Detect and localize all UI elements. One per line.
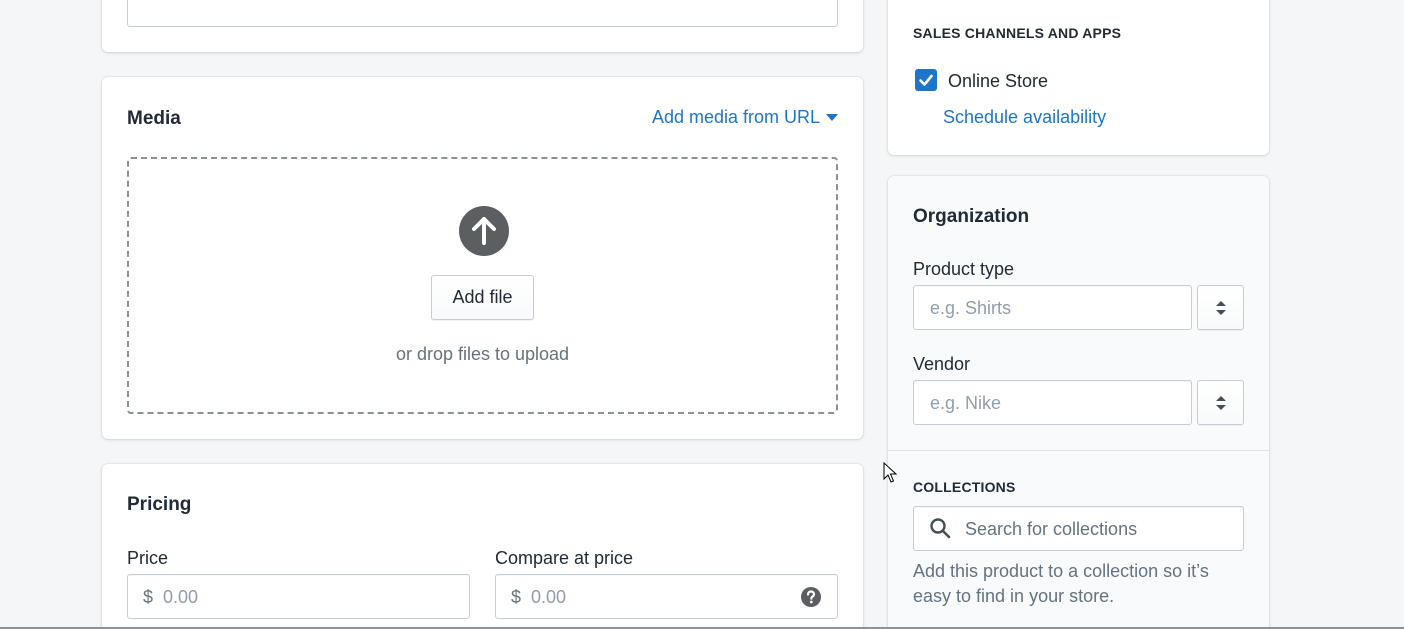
price-label: Price bbox=[127, 548, 169, 568]
media-card: Media Add media from URL Add file or dro… bbox=[102, 77, 863, 439]
price-placeholder: 0.00 bbox=[163, 587, 199, 607]
online-store-label: Online Store bbox=[948, 71, 1049, 91]
caret-down-icon bbox=[826, 113, 839, 121]
compare-price-placeholder: 0.00 bbox=[531, 587, 567, 607]
add-media-from-url-link[interactable]: Add media from URL bbox=[652, 107, 839, 128]
help-circle-icon[interactable] bbox=[801, 587, 821, 607]
pricing-card: Pricing Price $ 0.00 Compare at price $ … bbox=[102, 464, 863, 629]
organization-title: Organization bbox=[913, 206, 1030, 227]
product-type-stepper[interactable] bbox=[1197, 285, 1244, 330]
pricing-title: Pricing bbox=[127, 494, 192, 515]
stepper-icon bbox=[1215, 395, 1226, 410]
vendor-input[interactable]: e.g. Nike bbox=[913, 380, 1192, 425]
collections-heading: COLLECTIONS bbox=[913, 479, 1016, 495]
sales-channels-heading: SALES CHANNELS AND APPS bbox=[913, 25, 1122, 41]
sales-channels-card: SALES CHANNELS AND APPS Online Store Sch… bbox=[888, 0, 1269, 155]
collections-search-placeholder: Search for collections bbox=[965, 519, 1138, 539]
add-media-from-url-label: Add media from URL bbox=[652, 107, 821, 127]
description-card bbox=[102, 0, 863, 52]
online-store-checkbox[interactable] bbox=[915, 69, 937, 91]
add-file-button[interactable]: Add file bbox=[431, 275, 534, 320]
collections-search-input[interactable]: Search for collections bbox=[913, 506, 1244, 551]
product-type-label: Product type bbox=[913, 259, 1015, 279]
compare-price-label: Compare at price bbox=[495, 548, 634, 568]
compare-currency: $ bbox=[511, 587, 522, 607]
organization-card: Organization Product type e.g. Shirts Ve… bbox=[888, 176, 1269, 629]
upload-arrow-icon bbox=[459, 206, 509, 256]
price-currency: $ bbox=[143, 587, 154, 607]
media-title: Media bbox=[127, 108, 181, 129]
product-type-placeholder: e.g. Shirts bbox=[930, 298, 1012, 318]
vendor-placeholder: e.g. Nike bbox=[930, 393, 1002, 413]
search-icon bbox=[930, 518, 951, 539]
vendor-label: Vendor bbox=[913, 354, 971, 374]
description-editor[interactable] bbox=[127, 0, 838, 27]
add-file-label: Add file bbox=[452, 287, 513, 307]
checkmark-icon bbox=[919, 74, 933, 86]
media-dropzone[interactable]: Add file or drop files to upload bbox=[127, 157, 838, 414]
schedule-availability-link[interactable]: Schedule availability bbox=[943, 107, 1106, 128]
compare-price-input[interactable]: $ 0.00 bbox=[495, 574, 838, 619]
collections-help-text: Add this product to a collection so it’s… bbox=[913, 561, 1209, 606]
price-input[interactable]: $ 0.00 bbox=[127, 574, 470, 619]
vendor-stepper[interactable] bbox=[1197, 380, 1244, 425]
product-type-input[interactable]: e.g. Shirts bbox=[913, 285, 1192, 330]
stepper-icon bbox=[1215, 300, 1226, 315]
drop-hint: or drop files to upload bbox=[395, 344, 570, 364]
organization-divider bbox=[888, 450, 1269, 451]
mouse-cursor-icon bbox=[883, 462, 897, 483]
